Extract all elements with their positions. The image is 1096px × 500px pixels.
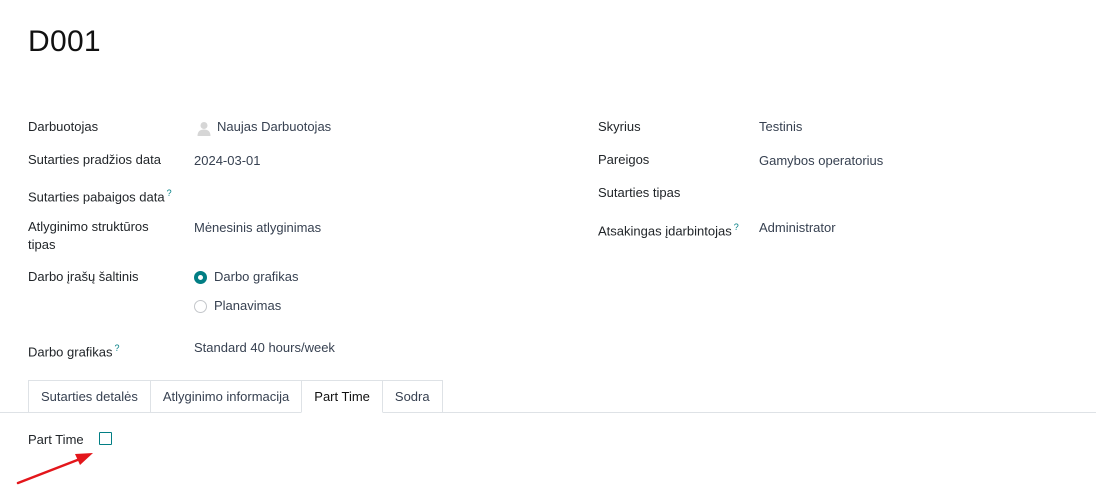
radio-darbo-grafikas[interactable] [194,271,207,284]
radio-planavimas-label[interactable]: Planavimas [214,297,281,315]
radio-darbo-grafikas-label[interactable]: Darbo grafikas [214,268,299,286]
start-date-field[interactable]: 2024-03-01 [194,152,261,170]
contract-type-field[interactable] [759,184,1059,202]
job-position-field[interactable]: Gamybos operatorius [759,152,883,170]
end-date-help-icon[interactable]: ? [167,188,172,198]
job-position-label: Pareigos [598,152,650,167]
employee-label: Darbuotojas [28,119,99,134]
radio-planavimas[interactable] [194,300,207,313]
tab-sutarties-detales[interactable]: Sutarties detalės [28,380,151,413]
tab-atlyginimo-informacija[interactable]: Atlyginimo informacija [149,380,303,413]
page-title: D001 [28,25,101,58]
hr-responsible-help-icon[interactable]: ? [734,222,739,232]
end-date-label: Sutarties pabaigos data? [28,184,172,206]
working-schedule-label: Darbo grafikas? [28,339,120,361]
salary-structure-label: Atlyginimo struktūros tipas [28,218,149,254]
start-date-label: Sutarties pradžios data [28,152,161,167]
salary-structure-label-line1: Atlyginimo struktūros [28,219,149,234]
working-schedule-label-text: Darbo grafikas [28,344,113,360]
tab-part-time[interactable]: Part Time [301,380,383,413]
hr-responsible-label: Atsakingas įdarbintojas? [598,218,739,240]
working-schedule-help-icon[interactable]: ? [115,343,120,353]
employee-value[interactable]: Naujas Darbuotojas [217,118,331,136]
salary-structure-label-line2: tipas [28,237,56,252]
working-schedule-field[interactable]: Standard 40 hours/week [194,339,335,357]
hr-responsible-label-text: Atsakingas įdarbintojas [598,223,732,239]
avatar-icon [197,122,211,136]
annotation-arrow-icon [16,453,93,485]
end-date-label-text: Sutarties pabaigos data [28,189,165,205]
department-label: Skyrius [598,119,641,134]
work-entry-source-label: Darbo įrašų šaltinis [28,269,139,284]
notebook-tabs: Sutarties detalės Atlyginimo informacija… [28,380,443,413]
contract-type-label: Sutarties tipas [598,185,681,200]
salary-structure-field[interactable]: Mėnesinis atlyginimas [194,219,321,237]
end-date-field[interactable] [194,184,494,202]
department-field[interactable]: Testinis [759,118,802,136]
tab-sodra[interactable]: Sodra [381,380,443,413]
hr-responsible-field[interactable]: Administrator [759,219,836,237]
tabs-divider [0,412,1096,413]
